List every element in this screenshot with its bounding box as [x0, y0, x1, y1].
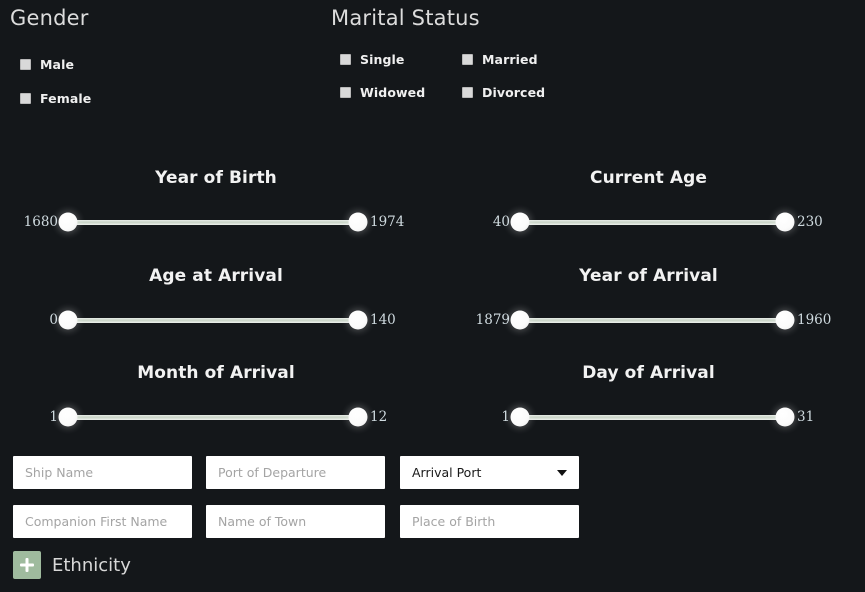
checkbox-label-married: Married: [482, 52, 538, 67]
ethnicity-add-group[interactable]: Ethnicity: [13, 551, 131, 579]
slider-track-month-of-arrival[interactable]: [58, 406, 368, 428]
slider-handle-max-current-age[interactable]: [775, 212, 795, 232]
slider-handle-max-age-at-arrival[interactable]: [348, 310, 368, 330]
slider-track-current-age[interactable]: [510, 211, 795, 233]
checkbox-married[interactable]: Married: [462, 52, 538, 67]
checkbox-box-single[interactable]: [340, 54, 351, 65]
companion-first-name-input[interactable]: [13, 505, 192, 538]
checkbox-female[interactable]: Female: [20, 91, 91, 106]
slider-min-label-current-age: 40: [492, 214, 510, 230]
slider-max-label-year-of-arrival: 1960: [797, 312, 832, 328]
checkbox-label-single: Single: [360, 52, 405, 67]
slider-title-current-age: Current Age: [590, 168, 707, 188]
slider-row-day-of-arrival: 1 31: [432, 406, 865, 428]
slider-title-year-of-birth: Year of Birth: [155, 168, 277, 188]
checkbox-box-divorced[interactable]: [462, 87, 473, 98]
slider-max-label-current-age: 230: [797, 214, 823, 230]
place-of-birth-input[interactable]: [400, 505, 579, 538]
slider-track-fill-age-at-arrival: [68, 317, 358, 323]
name-of-town-input[interactable]: [206, 505, 385, 538]
slider-max-label-month-of-arrival: 12: [370, 409, 388, 425]
slider-handle-min-age-at-arrival[interactable]: [58, 310, 78, 330]
gender-heading: Gender: [10, 6, 89, 30]
slider-handle-max-day-of-arrival[interactable]: [775, 407, 795, 427]
checkbox-label-female: Female: [40, 91, 92, 106]
slider-handle-min-day-of-arrival[interactable]: [510, 407, 530, 427]
slider-title-age-at-arrival: Age at Arrival: [149, 266, 283, 286]
checkbox-single[interactable]: Single: [340, 52, 405, 67]
slider-min-label-age-at-arrival: 0: [49, 312, 58, 328]
slider-max-label-age-at-arrival: 140: [370, 312, 396, 328]
slider-track-fill-day-of-arrival: [520, 414, 785, 420]
slider-track-fill-month-of-arrival: [68, 414, 358, 420]
slider-track-age-at-arrival[interactable]: [58, 309, 368, 331]
checkbox-divorced[interactable]: Divorced: [462, 85, 545, 100]
slider-title-day-of-arrival: Day of Arrival: [582, 363, 715, 383]
slider-row-current-age: 40 230: [432, 211, 865, 233]
slider-track-fill-current-age: [520, 219, 785, 225]
checkbox-widowed[interactable]: Widowed: [340, 85, 425, 100]
slider-max-label-day-of-arrival: 31: [797, 409, 815, 425]
checkbox-label-widowed: Widowed: [360, 85, 426, 100]
checkbox-label-divorced: Divorced: [482, 85, 546, 100]
slider-row-year-of-arrival: 1879 1960: [432, 309, 865, 331]
slider-track-year-of-arrival[interactable]: [510, 309, 795, 331]
chevron-down-icon: [557, 469, 567, 476]
checkbox-label-male: Male: [40, 57, 75, 72]
slider-min-label-month-of-arrival: 1: [49, 409, 58, 425]
slider-age-at-arrival: Age at Arrival 0 140: [0, 266, 432, 331]
checkbox-box-married[interactable]: [462, 54, 473, 65]
slider-min-label-year-of-birth: 1680: [23, 214, 58, 230]
slider-title-year-of-arrival: Year of Arrival: [579, 266, 718, 286]
slider-handle-min-month-of-arrival[interactable]: [58, 407, 78, 427]
slider-row-month-of-arrival: 1 12: [0, 406, 432, 428]
slider-min-label-year-of-arrival: 1879: [475, 312, 510, 328]
marital-status-heading: Marital Status: [331, 6, 480, 30]
checkbox-male[interactable]: Male: [20, 57, 74, 72]
slider-row-age-at-arrival: 0 140: [0, 309, 432, 331]
slider-handle-min-year-of-arrival[interactable]: [510, 310, 530, 330]
slider-handle-max-year-of-birth[interactable]: [348, 212, 368, 232]
slider-row-year-of-birth: 1680 1974: [0, 211, 432, 233]
slider-title-month-of-arrival: Month of Arrival: [137, 363, 295, 383]
ethnicity-label: Ethnicity: [52, 554, 131, 576]
slider-day-of-arrival: Day of Arrival 1 31: [432, 363, 865, 428]
slider-handle-max-month-of-arrival[interactable]: [348, 407, 368, 427]
checkbox-box-male[interactable]: [20, 59, 31, 70]
slider-track-fill-year-of-arrival: [520, 317, 785, 323]
slider-month-of-arrival: Month of Arrival 1 12: [0, 363, 432, 428]
plus-icon[interactable]: [13, 551, 41, 579]
slider-handle-max-year-of-arrival[interactable]: [775, 310, 795, 330]
arrival-port-select[interactable]: Arrival Port: [400, 456, 579, 489]
slider-track-day-of-arrival[interactable]: [510, 406, 795, 428]
checkbox-box-widowed[interactable]: [340, 87, 351, 98]
checkbox-box-female[interactable]: [20, 93, 31, 104]
arrival-port-select-value: Arrival Port: [412, 465, 482, 480]
slider-year-of-arrival: Year of Arrival 1879 1960: [432, 266, 865, 331]
slider-track-year-of-birth[interactable]: [58, 211, 368, 233]
slider-track-fill-year-of-birth: [68, 219, 358, 225]
slider-min-label-day-of-arrival: 1: [501, 409, 510, 425]
slider-current-age: Current Age 40 230: [432, 168, 865, 233]
slider-year-of-birth: Year of Birth 1680 1974: [0, 168, 432, 233]
slider-max-label-year-of-birth: 1974: [370, 214, 405, 230]
slider-handle-min-year-of-birth[interactable]: [58, 212, 78, 232]
port-of-departure-input[interactable]: [206, 456, 385, 489]
slider-handle-min-current-age[interactable]: [510, 212, 530, 232]
ship-name-input[interactable]: [13, 456, 192, 489]
